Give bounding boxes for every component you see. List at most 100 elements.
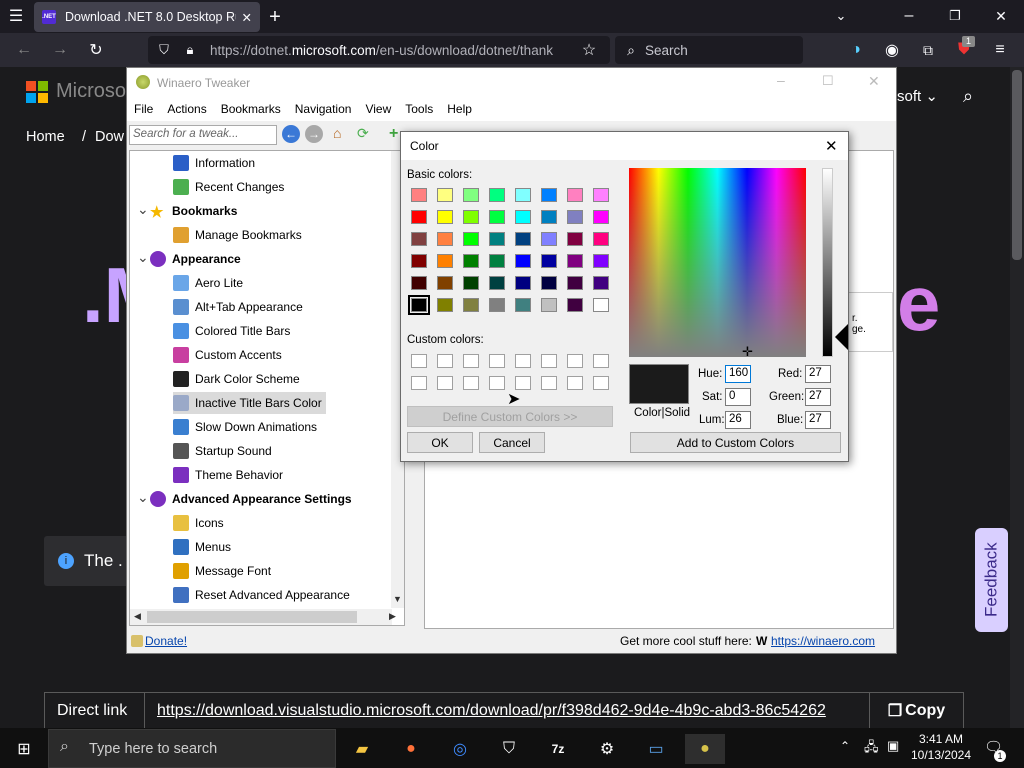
- browser-search-input[interactable]: Search: [615, 36, 803, 64]
- winaero-link[interactable]: https://winaero.com: [771, 634, 875, 648]
- basic-color-swatch[interactable]: [411, 254, 427, 268]
- back-arrow-icon[interactable]: ←: [282, 125, 300, 143]
- custom-color-swatch[interactable]: [463, 376, 479, 390]
- basic-color-swatch[interactable]: [593, 298, 609, 312]
- taskbar-clock[interactable]: 3:41 AM 10/13/2024: [905, 731, 977, 765]
- basic-color-swatch[interactable]: [541, 254, 557, 268]
- tree-item[interactable]: Reset Advanced Appearance: [173, 584, 350, 606]
- basic-color-swatch[interactable]: [437, 210, 453, 224]
- basic-color-swatch[interactable]: [541, 276, 557, 290]
- breadcrumb-next[interactable]: Dow: [95, 129, 125, 145]
- lock-icon[interactable]: 🔒︎: [182, 40, 198, 60]
- tree-item[interactable]: Manage Bookmarks: [173, 224, 302, 246]
- sat-field[interactable]: 0: [725, 388, 751, 406]
- tree-expand-chevron-icon[interactable]: ⌄: [137, 489, 149, 506]
- menu-icon[interactable]: ≡: [990, 40, 1010, 60]
- tree-item[interactable]: Custom Accents: [173, 344, 282, 366]
- green-field[interactable]: 27: [805, 388, 831, 406]
- tree-item[interactable]: Icons: [173, 512, 224, 534]
- address-bar[interactable]: https://dotnet. microsoft.com/en-us/downl…: [148, 36, 610, 64]
- close-tab-icon[interactable]: ✕: [242, 10, 252, 25]
- feedback-button[interactable]: Feedback: [975, 528, 1008, 632]
- tray-chevron-up-icon[interactable]: ⌃: [840, 739, 850, 753]
- color-dialog-close-icon[interactable]: ✕: [825, 137, 838, 155]
- cancel-button[interactable]: Cancel: [479, 432, 545, 453]
- nav-right-text[interactable]: soft ⌄: [897, 87, 938, 105]
- custom-color-swatch[interactable]: [437, 376, 453, 390]
- extensions-icon[interactable]: ⧉: [918, 40, 938, 60]
- custom-color-swatch[interactable]: [489, 376, 505, 390]
- remote-desktop-icon[interactable]: ▭: [636, 734, 676, 764]
- tray-network-icon[interactable]: 🖧︎: [864, 738, 879, 760]
- custom-color-swatch[interactable]: [489, 354, 505, 368]
- basic-color-swatch[interactable]: [567, 188, 583, 202]
- shield-icon[interactable]: ⛉: [156, 40, 172, 60]
- lum-field[interactable]: 26: [725, 411, 751, 429]
- tree-expand-chevron-icon[interactable]: ⌄: [137, 201, 149, 218]
- 7zip-icon[interactable]: 7z: [538, 734, 578, 764]
- basic-color-swatch[interactable]: [541, 210, 557, 224]
- page-scrollbar-thumb[interactable]: [1012, 70, 1022, 260]
- winaero-maximize-icon[interactable]: ☐: [822, 73, 834, 89]
- tree-item[interactable]: Menus: [173, 536, 231, 558]
- tweak-search-input[interactable]: Search for a tweak...: [129, 125, 277, 145]
- custom-color-swatch[interactable]: [541, 354, 557, 368]
- basic-color-swatch[interactable]: [463, 210, 479, 224]
- basic-color-swatch[interactable]: [567, 254, 583, 268]
- taskbar-search-input[interactable]: Type here to search: [48, 729, 336, 768]
- basic-color-swatch[interactable]: [593, 232, 609, 246]
- custom-color-swatch[interactable]: [515, 376, 531, 390]
- basic-color-swatch[interactable]: [437, 188, 453, 202]
- breadcrumb-home[interactable]: Home: [26, 129, 65, 145]
- basic-color-swatch[interactable]: [489, 254, 505, 268]
- basic-color-swatch[interactable]: [411, 276, 427, 290]
- copy-button[interactable]: ❐ Copy: [869, 693, 963, 728]
- winaero-taskbar-icon[interactable]: ●: [685, 734, 725, 764]
- define-custom-colors-button[interactable]: Define Custom Colors >>: [407, 406, 613, 427]
- home-icon[interactable]: ⌂: [333, 125, 351, 143]
- basic-color-swatch[interactable]: [567, 276, 583, 290]
- reload-icon[interactable]: ↻: [86, 40, 106, 60]
- basic-color-swatch[interactable]: [437, 276, 453, 290]
- tree-item[interactable]: Colored Title Bars: [173, 320, 290, 342]
- menu-tools[interactable]: Tools: [398, 102, 440, 116]
- basic-color-swatch[interactable]: [593, 210, 609, 224]
- basic-color-swatch[interactable]: [515, 232, 531, 246]
- tree-item[interactable]: Inactive Title Bars Color: [173, 392, 326, 414]
- custom-color-swatch[interactable]: [515, 354, 531, 368]
- browser-tab-active[interactable]: .NET Download .NET 8.0 Desktop Runt ✕: [34, 2, 260, 32]
- basic-color-swatch[interactable]: [567, 232, 583, 246]
- tree-item[interactable]: Dark Color Scheme: [173, 368, 300, 390]
- close-window-icon[interactable]: ✕: [992, 6, 1010, 26]
- minimize-icon[interactable]: –: [900, 6, 918, 26]
- basic-color-swatch[interactable]: [489, 276, 505, 290]
- tree-item[interactable]: Alt+Tab Appearance: [173, 296, 303, 318]
- basic-color-swatch[interactable]: [567, 210, 583, 224]
- donate-link[interactable]: Donate!: [145, 634, 187, 648]
- basic-color-swatch[interactable]: [463, 276, 479, 290]
- menu-file[interactable]: File: [127, 102, 160, 116]
- vpn-icon[interactable]: ◑: [846, 40, 866, 60]
- custom-color-swatch[interactable]: [567, 376, 583, 390]
- restore-icon[interactable]: ❐: [946, 6, 964, 26]
- basic-color-swatch[interactable]: [463, 254, 479, 268]
- start-windows-icon[interactable]: ⊞: [4, 734, 44, 764]
- tree-expand-chevron-icon[interactable]: ⌄: [137, 249, 149, 266]
- file-explorer-icon[interactable]: ▰: [342, 734, 382, 764]
- menu-view[interactable]: View: [358, 102, 398, 116]
- add-to-custom-colors-button[interactable]: Add to Custom Colors: [630, 432, 841, 453]
- settings-gear-icon[interactable]: ⚙: [587, 734, 627, 764]
- custom-color-swatch[interactable]: [593, 354, 609, 368]
- basic-color-swatch[interactable]: [593, 188, 609, 202]
- custom-color-swatch[interactable]: [411, 376, 427, 390]
- tree-item[interactable]: Theme Behavior: [173, 464, 283, 486]
- basic-color-swatch[interactable]: [411, 232, 427, 246]
- tree-item[interactable]: Aero Lite: [173, 272, 243, 294]
- basic-color-swatch[interactable]: [411, 188, 427, 202]
- basic-color-swatch[interactable]: [489, 232, 505, 246]
- winaero-close-icon[interactable]: ✕: [868, 73, 880, 90]
- basic-color-swatch[interactable]: [463, 298, 479, 312]
- forward-arrow-icon[interactable]: →: [305, 125, 323, 143]
- basic-color-swatch[interactable]: [408, 295, 430, 315]
- menu-bookmarks[interactable]: Bookmarks: [214, 102, 288, 116]
